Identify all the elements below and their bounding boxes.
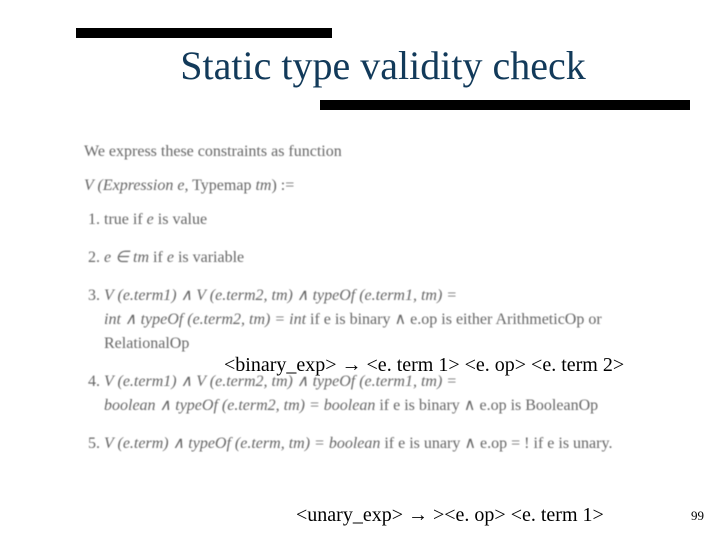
rule-1: true if e is value — [104, 208, 690, 232]
right-arrow-icon: → — [408, 504, 428, 526]
r3-l2b: if e is binary ∧ e.op is either Arithmet… — [306, 311, 602, 328]
page-number: 99 — [691, 508, 704, 524]
r2-e2: e — [167, 249, 174, 266]
rule-list: true if e is value e ∈ tm if e is variab… — [84, 208, 690, 456]
r4-l2b: if e is binary ∧ e.op is BooleanOp — [375, 397, 598, 414]
vdecl-a: V (Expression — [84, 177, 177, 194]
a2-a: <unary_exp> — [296, 504, 408, 526]
annotation-unary-exp: <unary_exp> → ><e. op> <e. term 1> — [296, 504, 604, 527]
annotation-binary-exp: <binary_exp> → <e. term 1> <e. op> <e. t… — [224, 354, 624, 377]
a1-a: <binary_exp> — [224, 354, 342, 376]
rule-5: V (e.term) ∧ typeOf (e.term, tm) = boole… — [104, 432, 690, 456]
rule-2: e ∈ tm if e is variable — [104, 246, 690, 270]
a1-b: <e. term 1> <e. op> <e. term 2> — [362, 354, 625, 376]
rule-3: V (e.term1) ∧ V (e.term2, tm) ∧ typeOf (… — [104, 284, 690, 356]
decorative-bar-below-title — [320, 100, 690, 110]
decorative-bar-top — [76, 28, 332, 38]
right-arrow-icon: → — [342, 354, 362, 376]
r1-b: is value — [154, 211, 207, 228]
slide-title: Static type validity check — [76, 42, 690, 89]
v-decl: V (Expression e, Typemap tm) := — [84, 174, 690, 198]
vdecl-r: ) := — [271, 177, 294, 194]
content-body: We express these constraints as function… — [84, 140, 690, 470]
r2-b: if — [149, 249, 167, 266]
r3-l1: V (e.term1) ∧ V (e.term2, tm) ∧ typeOf (… — [104, 287, 457, 304]
r5-b: if e is unary ∧ e.op = ! if e is unary. — [380, 435, 612, 452]
r3-l2a: int ∧ typeOf (e.term2, tm) = int — [104, 311, 306, 328]
vdecl-tm: tm — [255, 177, 271, 194]
slide: Static type validity check We express th… — [0, 0, 720, 540]
r3-l3: RelationalOp — [104, 335, 189, 352]
r1-a: true if — [104, 211, 147, 228]
r5-e: V (e.term) ∧ typeOf (e.term, tm) = boole… — [104, 435, 380, 452]
r4-l2a: boolean ∧ typeOf (e.term2, tm) = boolean — [104, 397, 375, 414]
rule-4: V (e.term1) ∧ V (e.term2, tm) ∧ typeOf (… — [104, 370, 690, 418]
a2-b: ><e. op> <e. term 1> — [428, 504, 604, 526]
r2-e: e ∈ tm — [104, 249, 149, 266]
vdecl-mid: , Typemap — [184, 177, 255, 194]
r2-c: is variable — [174, 249, 244, 266]
intro-line: We express these constraints as function — [84, 140, 690, 164]
r1-e: e — [147, 211, 154, 228]
